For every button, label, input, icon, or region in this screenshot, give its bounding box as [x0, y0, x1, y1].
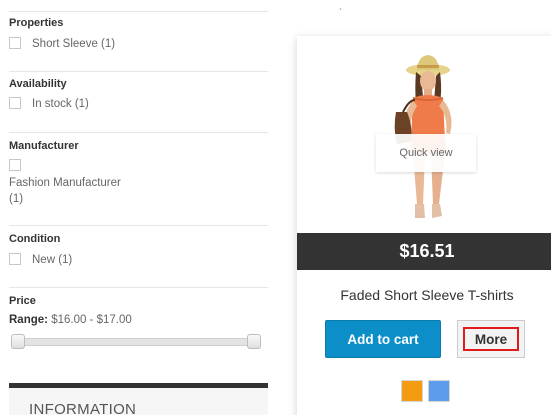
- filter-title-price: Price: [9, 295, 36, 307]
- color-swatch-blue[interactable]: [428, 380, 450, 402]
- price-range-text: Range: $16.00 - $17.00: [9, 314, 132, 326]
- more-button[interactable]: More: [457, 320, 525, 358]
- filter-divider: [9, 214, 268, 226]
- filter-title-condition: Condition: [9, 233, 61, 245]
- price-slider-max-handle[interactable]: [247, 334, 261, 349]
- checkbox-in-stock[interactable]: [9, 97, 21, 109]
- product-listing-page: ¸ Properties Short Sleeve (1) Availabili…: [0, 0, 551, 415]
- checkbox-fashion-manufacturer[interactable]: [9, 159, 21, 171]
- product-name-link[interactable]: Faded Short Sleeve T-shirts: [297, 287, 551, 303]
- filter-divider: [9, 121, 268, 133]
- more-button-label: More: [463, 327, 519, 351]
- product-image[interactable]: Quick view: [297, 36, 551, 233]
- cropped-text-fragment: ¸: [339, 0, 343, 11]
- layered-navigation-sidebar: Properties Short Sleeve (1) Availability…: [9, 0, 268, 415]
- price-slider-track[interactable]: [11, 338, 261, 346]
- filter-divider: [9, 276, 268, 288]
- quick-view-button[interactable]: Quick view: [376, 134, 476, 172]
- information-title: INFORMATION: [29, 401, 137, 415]
- product-card: Quick view $16.51 Faded Short Sleeve T-s…: [297, 36, 551, 415]
- color-swatch-orange[interactable]: [401, 380, 423, 402]
- filter-title-availability: Availability: [9, 78, 67, 90]
- filter-option-fashion-manufacturer[interactable]: Fashion Manufacturer: [9, 176, 121, 191]
- filter-title-properties: Properties: [9, 17, 64, 29]
- filter-option-fashion-manufacturer-count[interactable]: (1): [9, 192, 23, 207]
- information-block: INFORMATION: [9, 383, 268, 415]
- product-price: $16.51: [297, 233, 551, 270]
- price-range-label: Range:: [9, 314, 48, 326]
- checkbox-new[interactable]: [9, 253, 21, 265]
- checkbox-short-sleeve[interactable]: [9, 37, 21, 49]
- price-slider-min-handle[interactable]: [11, 334, 25, 349]
- filter-divider: [9, 60, 268, 72]
- filter-option-new[interactable]: New (1): [32, 253, 72, 268]
- filter-option-short-sleeve[interactable]: Short Sleeve (1): [32, 37, 115, 52]
- filter-option-in-stock[interactable]: In stock (1): [32, 97, 89, 112]
- price-range-value: $16.00 - $17.00: [51, 314, 132, 326]
- add-to-cart-button[interactable]: Add to cart: [325, 320, 441, 358]
- top-divider: [9, 0, 268, 12]
- filter-title-manufacturer: Manufacturer: [9, 140, 79, 152]
